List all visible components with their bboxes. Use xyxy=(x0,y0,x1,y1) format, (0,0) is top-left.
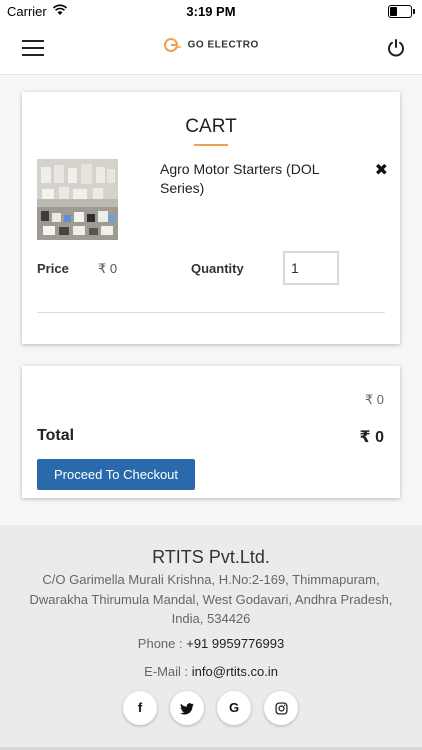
total-label: Total xyxy=(37,427,75,444)
company-address: C/O Garimella Murali Krishna, H.No:2-169… xyxy=(29,572,393,626)
go-electro-logo-icon xyxy=(163,37,183,53)
quantity-label: Quantity xyxy=(191,261,244,276)
subtotal-value: ₹ 0 xyxy=(364,392,384,407)
battery-icon xyxy=(388,5,415,18)
total-value: ₹ 0 xyxy=(359,429,384,446)
price-label: Price xyxy=(37,261,69,276)
google-icon[interactable]: G xyxy=(217,691,251,725)
quantity-input[interactable] xyxy=(283,251,339,285)
price-value: ₹ 0 xyxy=(98,261,118,276)
email-label: E-Mail : xyxy=(144,664,192,679)
status-bar: Carrier 3:19 PM xyxy=(0,0,422,22)
email-line: E-Mail : info@rtits.co.in xyxy=(0,664,422,679)
title-underline xyxy=(194,144,228,146)
app-header: GO ELECTRO xyxy=(0,22,422,75)
email-link[interactable]: info@rtits.co.in xyxy=(192,664,278,679)
totals-card: ₹ 0 Total ₹ 0 Proceed To Checkout xyxy=(22,366,400,498)
instagram-icon[interactable] xyxy=(264,691,298,725)
power-icon[interactable] xyxy=(386,38,406,58)
cart-card: CART Agro Motor Starters (DOL Series) ✖ … xyxy=(22,92,400,344)
phone-link[interactable]: +91 9959776993 xyxy=(186,636,284,651)
cart-title: CART xyxy=(185,116,237,137)
proceed-to-checkout-button[interactable]: Proceed To Checkout xyxy=(37,459,195,490)
app-logo: GO ELECTRO xyxy=(0,36,422,54)
product-image[interactable] xyxy=(37,159,118,240)
remove-item-icon[interactable]: ✖ xyxy=(375,160,388,180)
clock: 3:19 PM xyxy=(186,4,236,19)
divider xyxy=(37,312,385,313)
facebook-icon[interactable]: f xyxy=(123,691,157,725)
product-name[interactable]: Agro Motor Starters (DOL Series) xyxy=(160,160,340,198)
phone-label: Phone : xyxy=(137,636,187,651)
company-name: RTITS Pvt.Ltd. xyxy=(152,547,270,567)
logo-text: GO ELECTRO xyxy=(187,39,259,51)
twitter-icon[interactable] xyxy=(170,691,204,725)
footer: RTITS Pvt.Ltd. C/O Garimella Murali Kris… xyxy=(0,525,422,750)
phone-line: Phone : +91 9959776993 xyxy=(0,636,422,651)
